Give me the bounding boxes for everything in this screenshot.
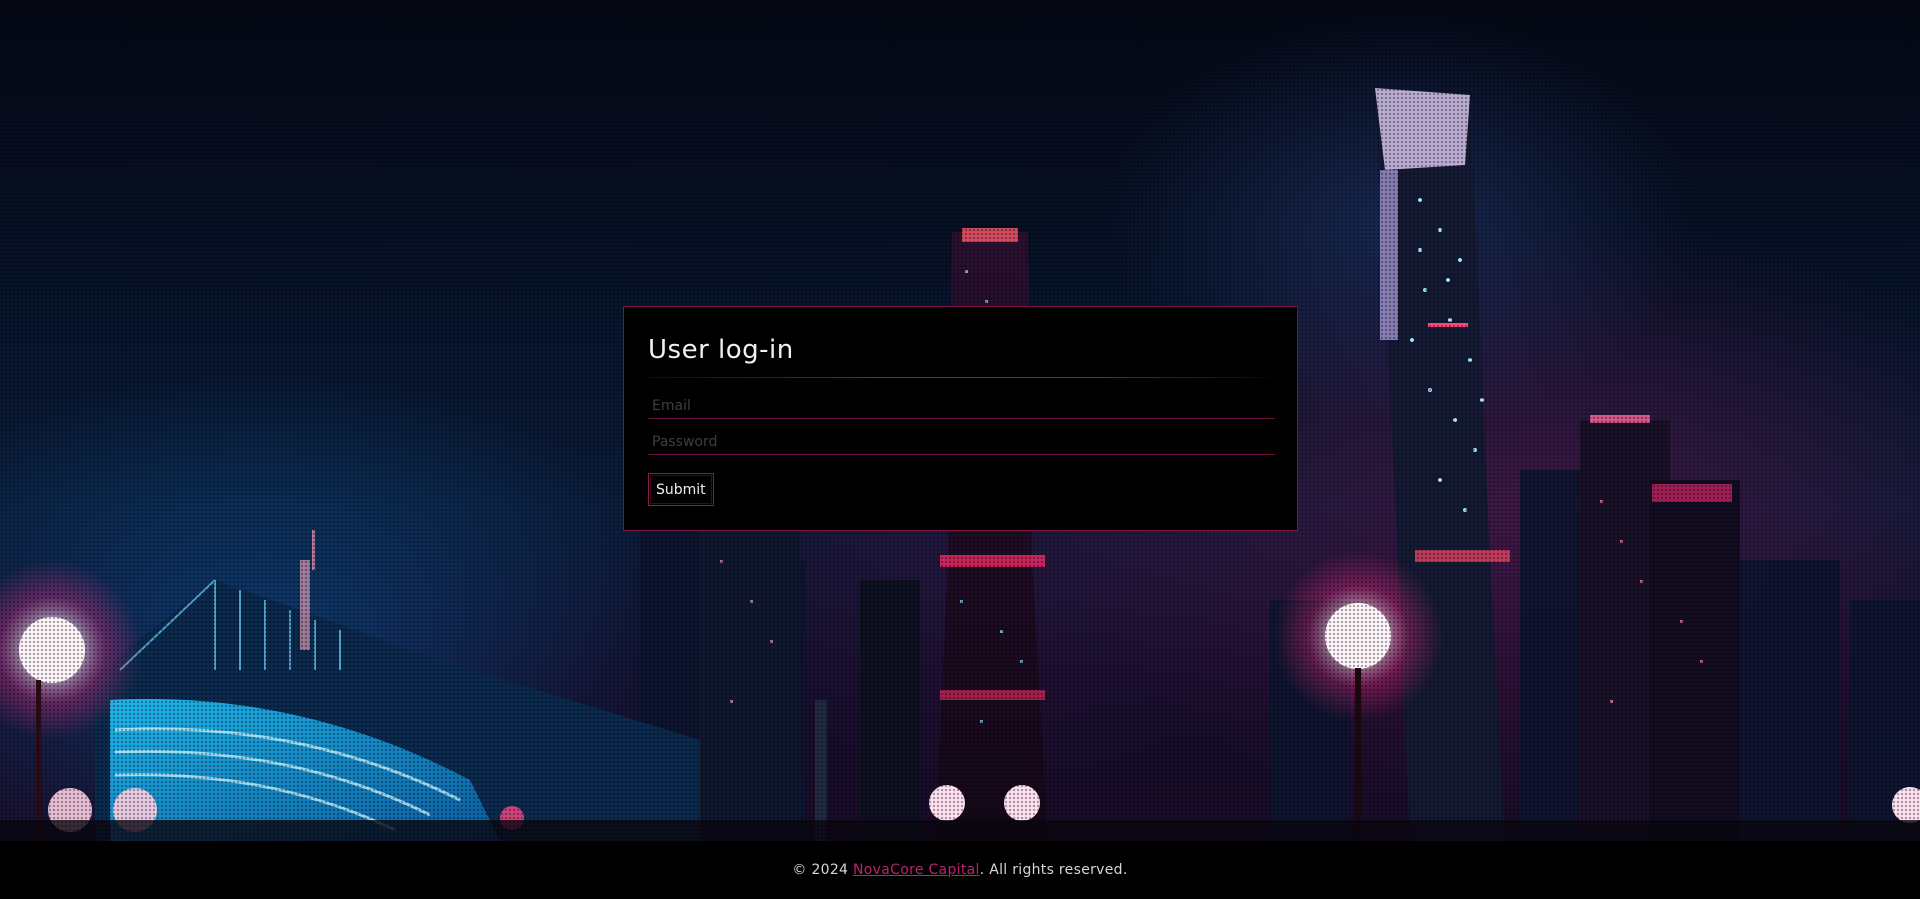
footer: © 2024 NovaCore Capital . All rights res… <box>0 841 1920 899</box>
footer-copyright-suffix: . All rights reserved. <box>979 862 1128 878</box>
submit-button[interactable]: Submit <box>648 473 714 506</box>
login-title: User log-in <box>648 335 794 365</box>
footer-copyright-prefix: © 2024 <box>792 862 854 878</box>
company-link[interactable]: NovaCore Capital <box>853 862 980 878</box>
password-field[interactable] <box>648 428 1275 455</box>
title-divider <box>648 377 1273 378</box>
login-card: User log-in Submit <box>623 306 1298 531</box>
email-field[interactable] <box>648 392 1275 419</box>
